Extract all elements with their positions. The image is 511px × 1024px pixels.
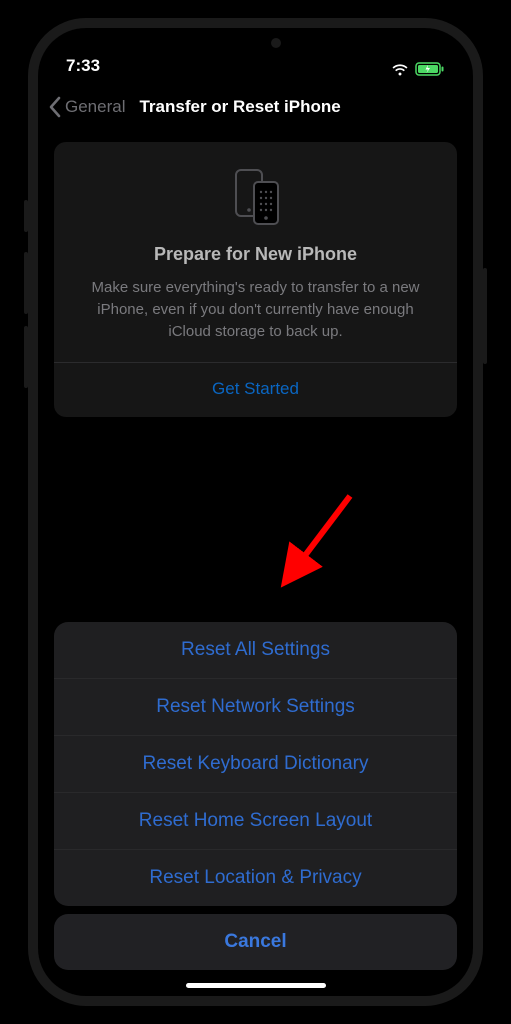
battery-charging-icon xyxy=(415,62,445,76)
nav-bar: General Transfer or Reset iPhone xyxy=(38,82,473,132)
page-title: Transfer or Reset iPhone xyxy=(139,97,340,117)
reset-location-privacy-button[interactable]: Reset Location & Privacy xyxy=(54,850,457,906)
notch xyxy=(181,28,331,58)
home-indicator[interactable] xyxy=(186,983,326,988)
devices-icon xyxy=(224,168,288,226)
chevron-left-icon xyxy=(48,96,61,118)
wifi-icon xyxy=(391,63,409,76)
reset-network-settings-button[interactable]: Reset Network Settings xyxy=(54,679,457,736)
prepare-card: Prepare for New iPhone Make sure everyth… xyxy=(54,142,457,417)
back-button[interactable]: General xyxy=(48,96,125,118)
screen: 7:33 xyxy=(38,28,473,996)
cancel-button[interactable]: Cancel xyxy=(54,914,457,970)
reset-keyboard-dictionary-button[interactable]: Reset Keyboard Dictionary xyxy=(54,736,457,793)
get-started-button[interactable]: Get Started xyxy=(74,363,437,399)
action-sheet: Reset All Settings Reset Network Setting… xyxy=(54,622,457,970)
back-label: General xyxy=(65,97,125,117)
sheet-options: Reset All Settings Reset Network Setting… xyxy=(54,622,457,906)
reset-all-settings-button[interactable]: Reset All Settings xyxy=(54,622,457,679)
phone-frame: 7:33 xyxy=(28,18,483,1006)
reset-home-screen-layout-button[interactable]: Reset Home Screen Layout xyxy=(54,793,457,850)
card-title: Prepare for New iPhone xyxy=(74,244,437,265)
card-description: Make sure everything's ready to transfer… xyxy=(74,277,437,342)
status-time: 7:33 xyxy=(66,56,100,76)
